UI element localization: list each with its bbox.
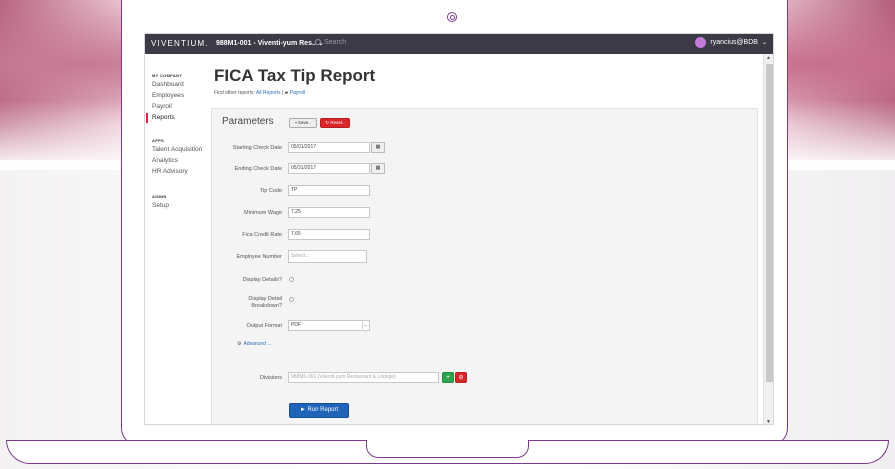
parameters-panel: Parameters ▪ Save.. ↻ Reset.. Starting C… xyxy=(211,108,758,424)
output-format-select[interactable]: PDF ⬦ xyxy=(288,320,370,331)
save-icon: ▪ xyxy=(295,120,297,125)
page-title: FICA Tax Tip Report xyxy=(214,66,376,85)
fica-credit-rate-label: Fica Credit Rate xyxy=(242,232,282,238)
add-division-button[interactable]: + xyxy=(442,372,454,383)
sidebar-item-reports[interactable]: Reports xyxy=(152,114,175,121)
sidebar-section-my-company: MY COMPANY xyxy=(152,73,183,78)
minimum-wage-label: Minimum Wage xyxy=(244,210,282,216)
sidebar-item-analytics[interactable]: Analytics xyxy=(152,157,178,164)
display-detail-breakdown-label-2: Breakdown? xyxy=(251,303,282,309)
employee-number-select[interactable]: Select... xyxy=(288,250,367,263)
sidebar-item-setup[interactable]: Setup xyxy=(152,202,169,209)
chevron-down-icon: ⌄ xyxy=(761,40,767,46)
output-format-label: Output Format xyxy=(246,323,282,329)
sidebar-item-hr-advisory[interactable]: HR Advisory xyxy=(152,168,188,175)
sidebar-item-employees[interactable]: Employees xyxy=(152,92,184,99)
user-name: ryancius@BDB xyxy=(710,39,758,46)
minimum-wage-input[interactable]: 7.25 xyxy=(288,207,370,218)
company-selector[interactable]: 988M1-001 - Viventi-yum Res.. ⌄ xyxy=(216,39,324,47)
sidebar-item-talent-acquisition[interactable]: Talent Acquisition xyxy=(152,146,202,153)
scroll-up-icon[interactable]: ▲ xyxy=(766,55,771,61)
starting-check-date-input[interactable]: 05/01/2017 xyxy=(288,142,370,153)
folder-icon: ▰ xyxy=(284,90,289,96)
breadcrumb-separator: | xyxy=(281,90,284,96)
ending-check-date-input[interactable]: 05/31/2017 xyxy=(288,163,370,174)
reset-button[interactable]: ↻ Reset.. xyxy=(320,118,350,128)
laptop-base-notch xyxy=(366,440,529,458)
breadcrumb: Find other reports: All Reports | ▰ Payr… xyxy=(214,90,305,96)
sidebar-item-dashboard[interactable]: Dashboard xyxy=(152,81,184,88)
run-report-button[interactable]: ► Run Report xyxy=(289,403,349,418)
active-indicator xyxy=(146,113,148,123)
find-other-label: Find other reports: xyxy=(214,90,255,96)
main-content: FICA Tax Tip Report Find other reports: … xyxy=(205,54,763,424)
user-menu[interactable]: ryancius@BDB ⌄ xyxy=(695,37,767,48)
display-detail-breakdown-checkbox[interactable] xyxy=(289,297,294,302)
ending-check-date-label: Ending Check Date xyxy=(234,166,282,172)
tip-code-label: Tip Code xyxy=(259,188,282,194)
output-format-value: PDF xyxy=(291,322,301,328)
brand-logo[interactable]: VIVENTIUM. xyxy=(151,39,209,48)
calendar-icon[interactable]: ▦ xyxy=(371,163,385,174)
remove-division-button[interactable]: ⊘ xyxy=(455,372,467,383)
tip-code-input[interactable]: TP xyxy=(288,185,370,196)
vertical-scrollbar[interactable]: ▲ ▼ xyxy=(763,54,773,424)
gear-icon: ⚙ xyxy=(237,341,242,347)
play-icon: ► xyxy=(299,407,306,413)
display-details-label: Display Details? xyxy=(242,277,282,283)
display-details-checkbox[interactable] xyxy=(289,277,294,282)
divisions-label: Divisions xyxy=(259,375,282,381)
employee-number-label: Employee Number xyxy=(236,254,282,260)
scroll-down-icon[interactable]: ▼ xyxy=(766,419,771,424)
starting-check-date-label: Starting Check Date xyxy=(232,145,282,151)
calendar-icon[interactable]: ▦ xyxy=(371,142,385,153)
advanced-label: Advanced ... xyxy=(243,341,272,347)
dropdown-arrow-icon: ⬦ xyxy=(362,322,368,329)
run-report-label: Run Report xyxy=(307,407,339,413)
top-navigation-bar: VIVENTIUM. 988M1-001 - Viventi-yum Res..… xyxy=(145,34,773,54)
save-button-label: Save.. xyxy=(298,120,311,125)
scrollbar-thumb[interactable] xyxy=(766,64,773,382)
camera-icon xyxy=(447,12,457,22)
sidebar: MY COMPANY Dashboard Employees Payroll R… xyxy=(145,54,205,424)
save-button[interactable]: ▪ Save.. xyxy=(289,118,317,128)
avatar xyxy=(695,37,707,48)
search-icon xyxy=(315,39,321,45)
divisions-input[interactable]: 988M1-001 (Viventi-yum Restaurant & Loun… xyxy=(288,372,439,383)
parameters-title: Parameters xyxy=(222,116,274,127)
sidebar-section-admin: ADMIN xyxy=(152,194,167,199)
sidebar-section-apps: APPS xyxy=(152,138,165,143)
reset-button-label: Reset.. xyxy=(330,120,345,125)
advanced-toggle[interactable]: ⚙ Advanced ... xyxy=(237,341,271,347)
search-placeholder: Search xyxy=(324,39,347,46)
search-box[interactable]: Search xyxy=(315,39,346,46)
app-screen: VIVENTIUM. 988M1-001 - Viventi-yum Res..… xyxy=(144,33,774,425)
reset-icon: ↻ xyxy=(325,120,330,125)
sidebar-item-payroll[interactable]: Payroll xyxy=(152,103,172,110)
fica-credit-rate-input[interactable]: 7.65 xyxy=(288,229,370,240)
all-reports-link[interactable]: All Reports xyxy=(256,90,280,96)
company-name: 988M1-001 - Viventi-yum Res.. xyxy=(216,40,316,47)
display-detail-breakdown-label-1: Display Detail xyxy=(248,296,282,302)
payroll-link[interactable]: Payroll xyxy=(290,90,305,96)
